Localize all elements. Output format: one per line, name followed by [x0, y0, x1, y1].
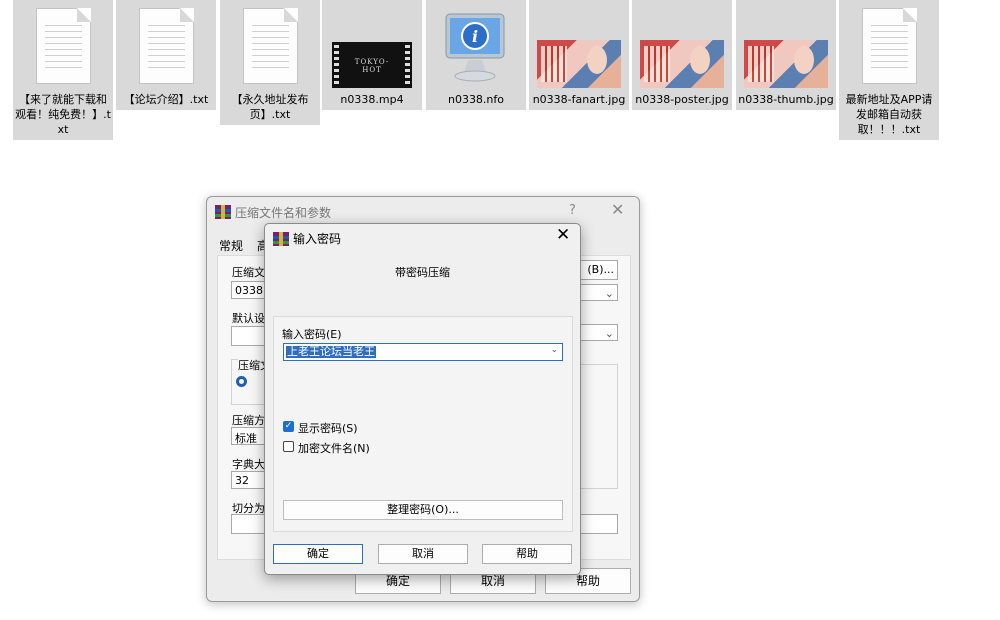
- file-name: n0338.mp4: [340, 93, 404, 106]
- archive-name-label: 压缩文: [232, 266, 265, 279]
- close-icon[interactable]: ✕: [556, 225, 570, 245]
- video-thumb-text: TOKYO-HOT: [354, 58, 390, 74]
- file-name: 【来了就能下载和观看！纯免费！】.txt: [15, 93, 111, 136]
- image-file-icon: [744, 40, 828, 88]
- chevron-down-icon[interactable]: ⌄: [550, 345, 558, 355]
- dict-size-label: 字典大: [232, 458, 265, 471]
- file-name: n0338-thumb.jpg: [738, 93, 834, 106]
- tab-general[interactable]: 常规: [219, 237, 243, 254]
- encrypt-names-label: 加密文件名(N): [298, 442, 370, 455]
- file-item[interactable]: n0338-fanart.jpg: [529, 0, 629, 110]
- dialog-title: 压缩文件名和参数: [235, 206, 332, 220]
- image-file-icon: [640, 40, 724, 88]
- radio-rar[interactable]: [236, 376, 247, 387]
- close-icon[interactable]: ✕: [611, 200, 624, 219]
- help-button[interactable]: 帮助: [482, 544, 572, 564]
- text-file-icon: [36, 8, 91, 84]
- show-password-label: 显示密码(S): [298, 422, 358, 435]
- text-file-icon: [139, 8, 194, 84]
- password-dialog: 输入密码 ✕ 带密码压缩 输入密码(E) 上老王论坛当老王 ⌄ ✓ 显示密码(S…: [264, 223, 581, 575]
- file-item[interactable]: TOKYO-HOT n0338.mp4: [322, 0, 422, 110]
- help-icon[interactable]: ?: [569, 203, 576, 218]
- text-file-icon: [862, 8, 917, 84]
- file-item[interactable]: 【来了就能下载和观看！纯免费！】.txt: [13, 0, 113, 140]
- file-item[interactable]: n0338-poster.jpg: [632, 0, 732, 110]
- video-file-icon: TOKYO-HOT: [332, 42, 412, 88]
- password-value: 上老王论坛当老王: [286, 345, 376, 358]
- file-item[interactable]: 【论坛介绍】.txt: [116, 0, 216, 110]
- password-input[interactable]: 上老王论坛当老王 ⌄: [283, 343, 563, 361]
- file-item[interactable]: 【永久地址发布页】.txt: [220, 0, 320, 125]
- file-name: n0338.nfo: [447, 93, 505, 106]
- organize-passwords-button[interactable]: 整理密码(O)...: [283, 500, 563, 520]
- image-file-icon: [537, 40, 621, 88]
- cancel-button[interactable]: 取消: [378, 544, 468, 564]
- file-name: 最新地址及APP请发邮箱自动获取！！！.txt: [845, 93, 933, 136]
- method-label: 压缩方: [232, 414, 265, 427]
- file-name: n0338-fanart.jpg: [532, 93, 626, 106]
- file-item[interactable]: i n0338.nfo: [426, 0, 526, 110]
- file-name: 【论坛介绍】.txt: [123, 93, 209, 106]
- password-label: 输入密码(E): [282, 328, 342, 341]
- encrypt-names-checkbox[interactable]: [283, 441, 294, 452]
- ok-button[interactable]: 确定: [273, 544, 363, 564]
- info-file-icon: i: [445, 13, 505, 82]
- file-name: n0338-poster.jpg: [635, 93, 729, 106]
- winrar-icon: [273, 232, 289, 246]
- show-password-checkbox[interactable]: ✓: [283, 421, 294, 432]
- default-settings-label: 默认设: [232, 312, 265, 325]
- dialog-subtitle: 带密码压缩: [395, 266, 450, 279]
- file-name: 【永久地址发布页】.txt: [231, 93, 309, 121]
- svg-text:i: i: [472, 27, 478, 46]
- dialog-title: 输入密码: [293, 232, 342, 246]
- winrar-icon: [215, 205, 231, 219]
- file-item[interactable]: n0338-thumb.jpg: [736, 0, 836, 110]
- file-item[interactable]: 最新地址及APP请发邮箱自动获取！！！.txt: [839, 0, 939, 140]
- text-file-icon: [243, 8, 298, 84]
